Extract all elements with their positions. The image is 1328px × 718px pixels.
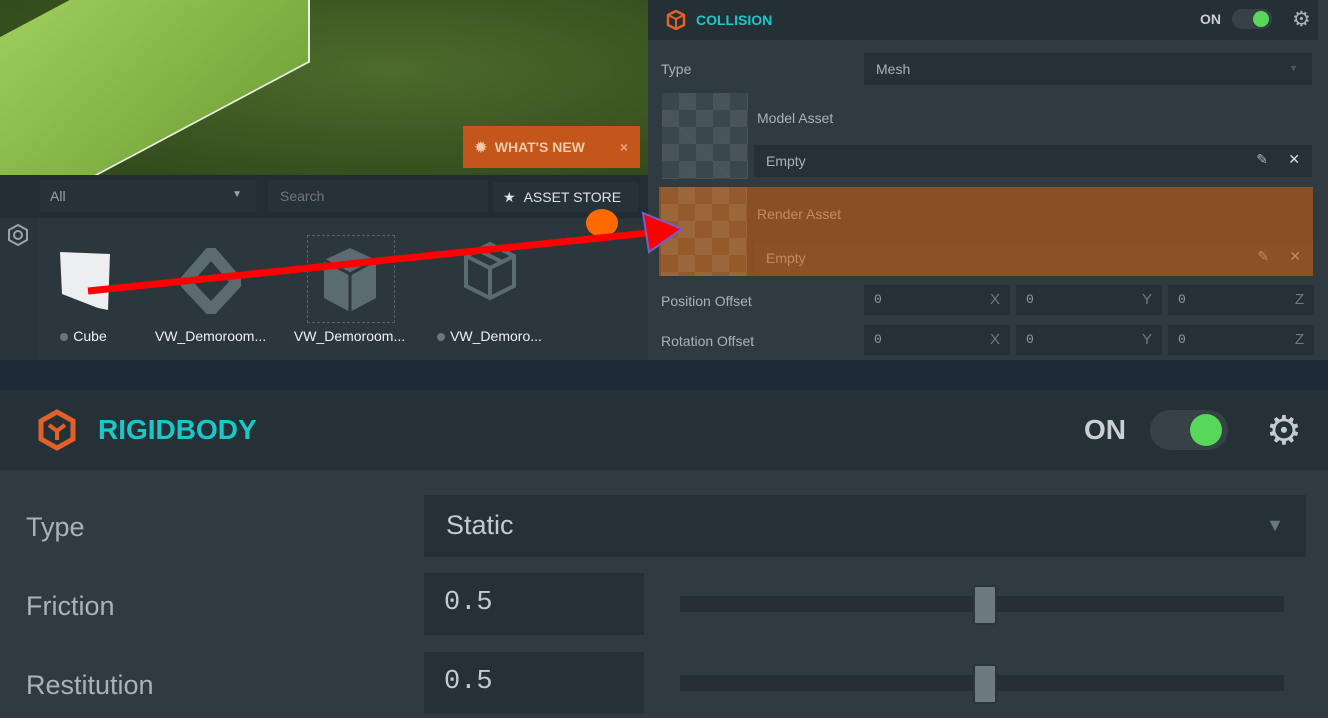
annotation-arrow: [87, 211, 685, 295]
